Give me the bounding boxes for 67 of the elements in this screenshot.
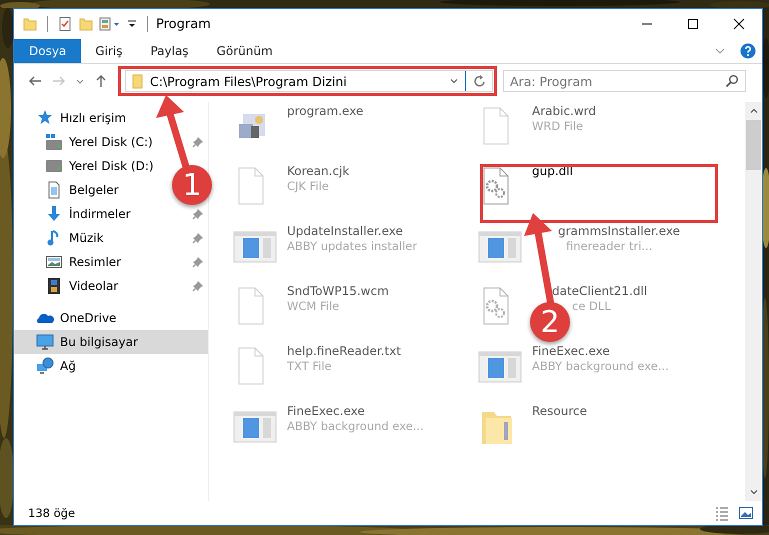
film-icon xyxy=(45,277,63,295)
nav-item[interactable]: Müzik xyxy=(14,226,208,250)
file-name[interactable]: SndToWP15.wcm xyxy=(287,284,389,298)
file-type: ABBY background exe... xyxy=(532,359,669,373)
file-type: TXT File xyxy=(287,359,332,373)
file-type: CJK File xyxy=(287,179,329,193)
search-icon xyxy=(725,74,739,88)
nav-item[interactable]: Bu bilgisayar xyxy=(14,330,208,354)
pin-icon[interactable] xyxy=(192,136,204,148)
pin-icon[interactable] xyxy=(192,232,204,244)
minimize-icon xyxy=(641,23,653,25)
scroll-down-icon[interactable] xyxy=(748,487,758,497)
file-type: WRD File xyxy=(532,119,584,133)
file-name[interactable]: UpdateInstaller.exe xyxy=(287,224,403,238)
ribbon-tab[interactable]: Giriş xyxy=(81,39,136,63)
drive-icon xyxy=(45,157,63,175)
file-name[interactable]: Resource xyxy=(532,404,588,418)
nav-item[interactable]: Resimler xyxy=(14,250,208,274)
pin-icon[interactable] xyxy=(192,208,204,220)
nav-item[interactable]: OneDrive xyxy=(14,306,122,330)
file-name[interactable]: Arabic.wrd xyxy=(532,104,596,118)
drive-icon xyxy=(45,133,63,151)
close-icon xyxy=(733,18,745,30)
checklist-icon[interactable] xyxy=(57,16,73,32)
download-arrow-icon xyxy=(45,205,63,223)
scrollbar-thumb[interactable] xyxy=(746,120,761,170)
customize-caret-icon[interactable] xyxy=(126,18,138,30)
ribbon-tab[interactable]: Paylaş xyxy=(136,39,203,63)
file-type: finereader tri... xyxy=(566,239,652,253)
large-icons-view-icon[interactable] xyxy=(738,505,754,521)
nav-item[interactable]: Yerel Disk (C:) xyxy=(14,130,208,154)
dropdown-caret-icon[interactable] xyxy=(449,76,459,86)
file-type: ABBY background exe... xyxy=(287,419,424,433)
nav-item[interactable]: Videolar xyxy=(14,274,208,298)
pin-icon[interactable] xyxy=(192,280,204,292)
file-name[interactable]: help.fineReader.txt xyxy=(287,344,401,358)
file-name[interactable]: dateClient21.dll xyxy=(552,284,648,298)
file-name[interactable]: gup.dll xyxy=(532,164,573,178)
file-name[interactable]: grammsInstaller.exe xyxy=(558,224,680,238)
nav-item[interactable]: Yerel Disk (D:) xyxy=(14,154,160,178)
file-name[interactable]: FineExec.exe xyxy=(532,344,610,358)
star-icon xyxy=(36,109,54,127)
file-type: ce DLL xyxy=(572,299,611,313)
address-field[interactable]: C:\Program Files\Program Dizini xyxy=(125,70,493,92)
nav-item[interactable]: İndirmeler xyxy=(14,202,208,226)
search-field[interactable]: Ara: Program xyxy=(503,70,746,92)
nav-item[interactable]: Belgeler xyxy=(14,178,125,202)
network-icon xyxy=(36,357,54,375)
file-name[interactable]: Korean.cjk xyxy=(287,164,350,178)
nav-item[interactable]: Hızlı erişim xyxy=(14,106,132,130)
file-name[interactable]: FineExec.exe xyxy=(287,404,365,418)
picture-icon xyxy=(45,253,63,271)
ribbon-tab[interactable]: Dosya xyxy=(14,39,82,63)
maximize-icon xyxy=(687,18,699,30)
file-type: WCM File xyxy=(287,299,340,313)
nav-item[interactable]: Ağ xyxy=(14,354,82,378)
file-type: ABBY updates installer xyxy=(287,239,418,253)
file-name[interactable]: program.exe xyxy=(287,104,364,118)
window-title: Program xyxy=(156,16,212,32)
ribbon-tab[interactable]: Görünüm xyxy=(202,39,287,63)
vertical-scrollbar[interactable] xyxy=(745,102,762,501)
details-view-icon[interactable] xyxy=(714,505,730,521)
properties-icon[interactable] xyxy=(99,16,121,32)
help-icon[interactable] xyxy=(740,43,756,59)
monitor-icon xyxy=(36,333,54,351)
item-count: 138 öğe xyxy=(28,506,76,520)
pin-icon[interactable] xyxy=(192,256,204,268)
